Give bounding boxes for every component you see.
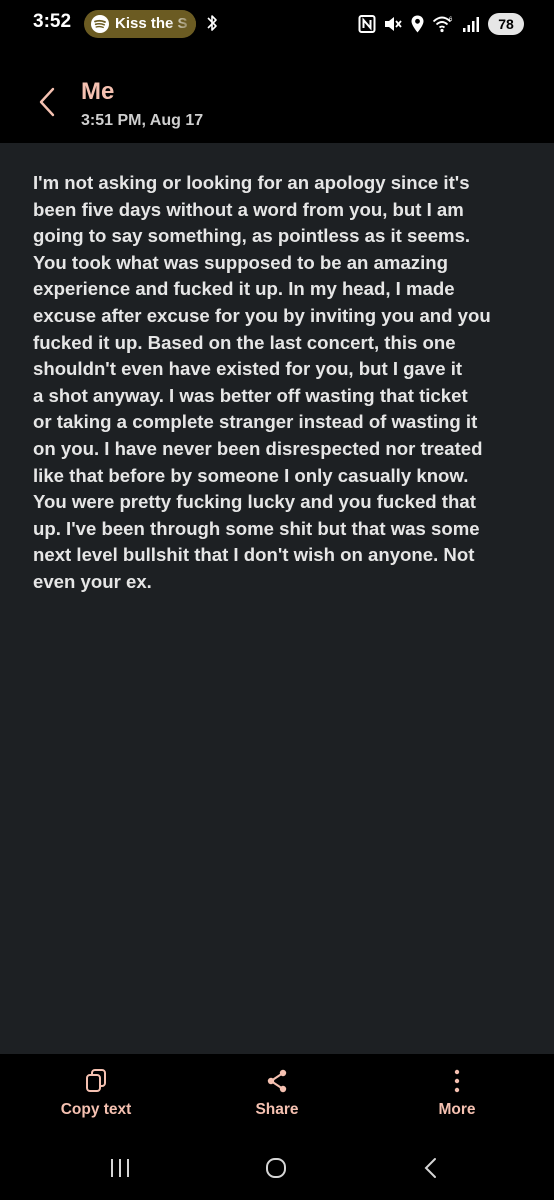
- chevron-left-icon: [39, 87, 55, 117]
- status-time: 3:52: [33, 11, 72, 32]
- share-button[interactable]: Share: [217, 1068, 337, 1126]
- wifi-icon: 6: [432, 16, 453, 33]
- location-icon: [411, 15, 424, 33]
- copy-text-button[interactable]: Copy text: [36, 1068, 156, 1126]
- system-back-button[interactable]: [411, 1154, 451, 1182]
- message-text[interactable]: I'm not asking or looking for an apology…: [33, 170, 525, 596]
- mute-icon: [385, 17, 402, 31]
- action-bar: Copy text Share More: [0, 1054, 554, 1136]
- status-bar: 3:52 Kiss the S 6 78: [0, 0, 554, 48]
- recents-button[interactable]: [100, 1154, 140, 1182]
- message-timestamp: 3:51 PM, Aug 17: [81, 112, 204, 129]
- status-icons: 6 78: [358, 10, 524, 38]
- nfc-icon: [358, 15, 376, 33]
- home-button[interactable]: [256, 1154, 296, 1182]
- copy-icon: [86, 1069, 106, 1092]
- now-playing-pill[interactable]: Kiss the S: [84, 10, 196, 38]
- spotify-icon: [91, 15, 109, 33]
- system-navigation-bar: [0, 1136, 554, 1200]
- share-label: Share: [255, 1101, 299, 1118]
- share-icon: [267, 1069, 287, 1093]
- bluetooth-icon: [207, 15, 217, 31]
- battery-level: 78: [488, 13, 524, 35]
- recents-icon: [111, 1159, 129, 1177]
- svg-text:6: 6: [449, 17, 453, 23]
- more-button[interactable]: More: [397, 1068, 517, 1126]
- contact-name: Me: [81, 78, 115, 105]
- back-button[interactable]: [32, 84, 62, 120]
- home-icon: [266, 1158, 286, 1178]
- message-body-area: I'm not asking or looking for an apology…: [0, 143, 554, 1054]
- pill-fade: [168, 10, 196, 38]
- app-header: Me 3:51 PM, Aug 17: [0, 48, 554, 142]
- message-detail-screen: 3:52 Kiss the S 6 78 Me 3:51 PM, Aug 17 …: [0, 0, 554, 1200]
- more-label: More: [438, 1101, 476, 1118]
- copy-text-label: Copy text: [60, 1101, 132, 1118]
- system-back-icon: [424, 1158, 436, 1178]
- signal-icon: [463, 17, 479, 32]
- more-vertical-icon: [454, 1069, 460, 1093]
